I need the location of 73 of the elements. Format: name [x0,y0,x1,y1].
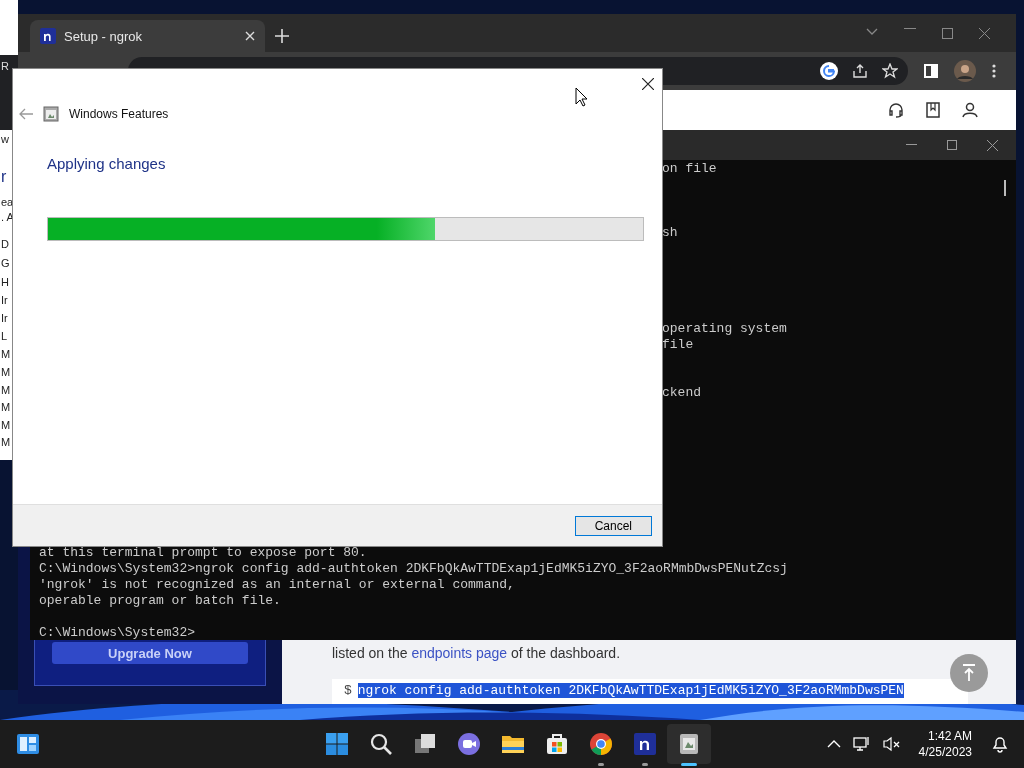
text-fragment: R [1,60,9,73]
text-fragment: M [1,384,11,397]
terminal-line: operable program or batch file. [39,593,282,609]
prompt-symbol: $ [344,683,352,698]
google-icon[interactable] [820,62,838,80]
close-icon[interactable] [642,78,654,90]
app-logo-icon[interactable] [633,732,657,756]
search-icon[interactable] [369,732,393,756]
headset-icon[interactable] [888,102,904,118]
scrollbar-thumb[interactable] [1004,180,1006,196]
windows-logo-icon[interactable] [325,732,349,756]
minimize-icon[interactable] [904,27,916,30]
chevron-up-icon[interactable] [826,740,841,748]
terminal-line: ckend [662,385,701,401]
control-panel-icon [43,106,59,122]
endpoints-link[interactable]: endpoints page [411,645,508,661]
widgets-icon[interactable] [16,732,40,756]
terminal-line: C:\Windows\System32>ngrok config add-authtoken 2DKFbQkAwTTDExap1jEdMK5iZYO_3F2aoRMmbDwsPENutZcsj [39,561,788,577]
text-fragment: G [1,257,10,270]
text-fragment: M [1,419,11,432]
text-fragment: D [1,238,9,251]
minimize-icon[interactable] [906,144,917,146]
maximize-icon[interactable] [947,140,957,150]
text-fragment: ea [1,196,14,209]
upgrade-button[interactable]: Upgrade Now [52,642,248,664]
network-icon[interactable] [852,736,871,752]
side-panel-icon[interactable] [924,64,938,78]
window-title: Windows Features [69,107,169,121]
chat-icon[interactable] [457,732,481,756]
arrow-up-icon [962,664,976,682]
text-fragment: M [1,366,11,379]
text-fragment: M [1,401,11,414]
text-fragment: H [1,276,9,289]
browser-icon[interactable] [589,732,613,756]
clock-time[interactable]: 1:42 AM [927,728,972,744]
text-fragment: Ir [1,312,8,325]
site-logo-icon [40,28,56,44]
text-fragment: r [1,168,7,186]
task-view-icon[interactable] [413,732,437,756]
mouse-cursor-icon [575,87,588,107]
text-fragment: M [1,348,11,361]
text-fragment: M [1,436,11,449]
text-fragment: w [1,133,9,146]
terminal-line: 'ngrok' is not recognized as an internal or external command, [39,577,516,593]
text-fragment: Ir [1,294,8,307]
terminal-line: sh [662,225,678,241]
status-heading: Applying changes [46,154,167,172]
user-icon[interactable] [962,102,978,118]
share-icon[interactable] [852,63,868,79]
cancel-button[interactable]: Cancel [574,515,652,536]
volume-muted-icon[interactable] [882,736,901,752]
star-icon[interactable] [882,63,898,79]
clock-date[interactable]: 4/25/2023 [918,744,972,760]
terminal-line: C:\Windows\System32> [39,625,197,641]
terminal-line: on file [662,161,717,177]
control-panel-icon[interactable] [677,732,701,756]
text-fragment: L [1,330,8,343]
store-icon[interactable] [545,732,569,756]
avatar-icon[interactable] [954,60,976,82]
chevron-down-icon[interactable] [866,27,878,36]
notification-bell-icon[interactable] [992,735,1008,753]
code-text: ngrok config add-authtoken 2DKFbQkAwTTDExap1jEdMK5iZYO_3F2aoRMmbDwsPEN [357,683,904,698]
maximize-icon[interactable] [942,27,953,39]
scroll-to-top-button[interactable] [950,654,988,692]
body-text: listed on the endpoints page of the dashboard. [332,645,622,661]
terminal-line: file [662,337,694,353]
book-icon[interactable] [926,102,940,118]
terminal-line: at this terminal prompt to expose port 80. [39,545,368,561]
browser-tab[interactable]: Setup - ngrok [30,20,265,52]
back-arrow-icon[interactable] [19,108,33,120]
new-tab-icon[interactable] [275,29,289,43]
menu-icon[interactable] [992,64,996,78]
terminal-line: operating system [662,321,787,337]
